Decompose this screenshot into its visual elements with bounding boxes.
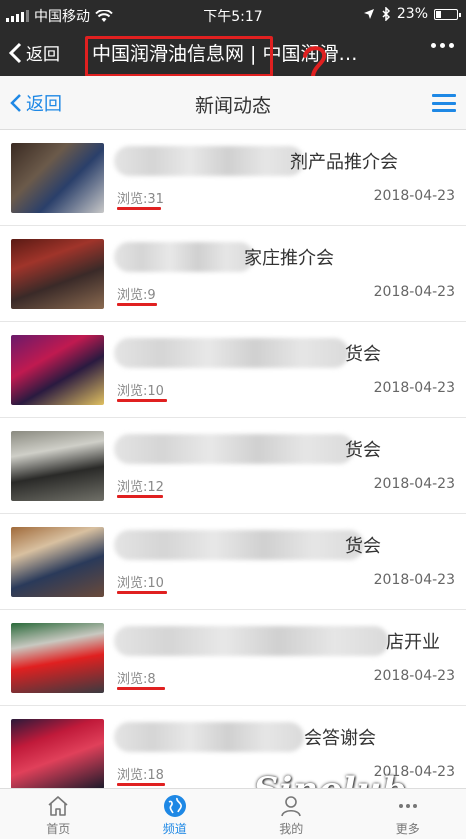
page-nav-bar: 返回 新闻动态 <box>0 76 466 130</box>
wechat-back-button[interactable]: 返回 <box>8 40 60 65</box>
news-date: 2018-04-23 <box>373 476 455 492</box>
wechat-back-label: 返回 <box>26 45 60 65</box>
news-item[interactable]: 家庄推介会 浏览:9 2018-04-23 <box>0 226 466 322</box>
view-count: 浏览:18 <box>117 768 164 783</box>
news-thumbnail <box>11 431 104 501</box>
news-thumbnail <box>11 527 104 597</box>
blurred-title-redaction <box>114 338 349 368</box>
annotation-underline <box>117 591 167 594</box>
news-date: 2018-04-23 <box>373 284 455 300</box>
tab-label: 首页 <box>46 822 71 836</box>
news-date: 2018-04-23 <box>373 380 455 396</box>
menu-line <box>432 101 456 105</box>
news-title-visible-text: 货会 <box>345 536 381 557</box>
view-count: 浏览:8 <box>117 672 156 687</box>
view-count: 浏览:9 <box>117 288 156 303</box>
annotation-underline <box>117 303 157 306</box>
location-arrow-icon <box>363 9 374 19</box>
news-item[interactable]: 货会 浏览:12 2018-04-23 <box>0 418 466 514</box>
globe-icon <box>163 795 186 817</box>
tab-more[interactable]: 更多 <box>350 789 466 839</box>
news-title-visible-text: 货会 <box>345 344 381 365</box>
wechat-page-title: 中国润滑油信息网 | 中国润滑… <box>92 43 358 65</box>
news-title: 货会 <box>114 434 454 464</box>
more-icon <box>398 804 417 808</box>
blurred-title-redaction <box>114 242 254 272</box>
tab-channel[interactable]: 频道 <box>117 789 234 839</box>
page-title: 新闻动态 <box>194 95 271 117</box>
news-title: 剂产品推介会 <box>114 146 454 176</box>
battery-icon <box>434 8 461 20</box>
blurred-title-redaction <box>114 530 364 560</box>
tab-label: 频道 <box>162 822 187 836</box>
tab-label: 更多 <box>395 822 420 836</box>
view-count: 浏览:10 <box>117 576 164 591</box>
news-list: 剂产品推介会 浏览:31 2018-04-23 家庄推介会 浏览:9 2018-… <box>0 130 466 788</box>
news-title: 会答谢会 <box>114 722 454 752</box>
blurred-title-redaction <box>114 434 354 464</box>
blurred-title-redaction <box>114 146 304 176</box>
news-title: 家庄推介会 <box>114 242 454 272</box>
person-icon <box>281 796 302 817</box>
blurred-title-redaction <box>114 722 304 752</box>
annotation-underline <box>117 399 167 402</box>
news-title-visible-text: 剂产品推介会 <box>290 152 398 173</box>
wechat-more-button[interactable] <box>431 43 454 48</box>
news-thumbnail <box>11 335 104 405</box>
news-title: 店开业 <box>114 626 454 656</box>
news-item[interactable]: 剂产品推介会 浏览:31 2018-04-23 <box>0 130 466 226</box>
annotation-underline <box>117 207 161 210</box>
menu-line <box>432 94 456 97</box>
dot-icon <box>440 43 445 48</box>
menu-button[interactable] <box>432 94 456 112</box>
news-title-visible-text: 货会 <box>345 440 381 461</box>
menu-line <box>432 109 456 112</box>
news-date: 2018-04-23 <box>373 668 455 684</box>
news-title-visible-text: 店开业 <box>386 632 440 653</box>
news-thumbnail <box>11 623 104 693</box>
news-title-visible-text: 会答谢会 <box>304 728 376 749</box>
dot-icon <box>431 43 436 48</box>
view-count: 浏览:10 <box>117 384 164 399</box>
tab-home[interactable]: 首页 <box>0 789 117 839</box>
news-date: 2018-04-23 <box>373 572 455 588</box>
bluetooth-icon <box>382 7 390 21</box>
news-title: 货会 <box>114 338 454 368</box>
view-count: 浏览:31 <box>117 192 164 207</box>
tab-bar: 首页 频道 我的 更多 <box>0 788 466 839</box>
chevron-left-icon <box>8 42 22 63</box>
tab-mine[interactable]: 我的 <box>233 789 350 839</box>
annotation-underline <box>117 495 163 498</box>
view-count: 浏览:12 <box>117 480 164 495</box>
annotation-underline <box>117 783 165 786</box>
news-thumbnail <box>11 239 104 309</box>
news-item[interactable]: 会答谢会 浏览:18 2018-04-23 <box>0 706 466 788</box>
wechat-title-bar: 返回 中国润滑油信息网 | 中国润滑… <box>0 30 466 76</box>
news-item[interactable]: 货会 浏览:10 2018-04-23 <box>0 322 466 418</box>
news-title: 货会 <box>114 530 454 560</box>
news-item[interactable]: 店开业 浏览:8 2018-04-23 <box>0 610 466 706</box>
news-item[interactable]: 货会 浏览:10 2018-04-23 <box>0 514 466 610</box>
news-thumbnail <box>11 719 104 788</box>
news-thumbnail <box>11 143 104 213</box>
home-icon <box>48 796 68 816</box>
news-title-visible-text: 家庄推介会 <box>244 248 334 269</box>
tab-label: 我的 <box>279 822 304 836</box>
blurred-title-redaction <box>114 626 389 656</box>
news-date: 2018-04-23 <box>373 188 455 204</box>
news-date: 2018-04-23 <box>373 764 455 780</box>
status-bar: 中国移动 下午5:17 23% <box>0 0 466 30</box>
dot-icon <box>449 43 454 48</box>
battery-percent: 23% <box>396 6 428 22</box>
annotation-underline <box>117 687 165 690</box>
